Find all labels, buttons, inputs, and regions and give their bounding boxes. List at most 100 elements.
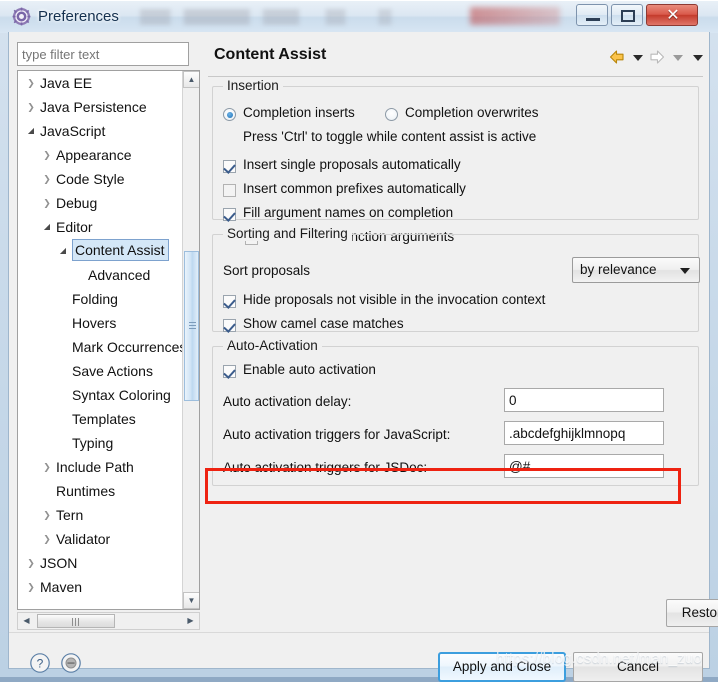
restore-window-icon[interactable] [60,652,82,674]
checkbox-fill-argument-names[interactable]: Fill argument names on completion [223,205,453,221]
checkbox-hide-proposals[interactable]: Hide proposals not visible in the invoca… [223,292,546,308]
question-mark-icon[interactable]: ? [29,652,51,674]
auto-activation-delay-input[interactable] [504,388,664,412]
tree-expand-arrow-icon[interactable]: ❯ [24,95,38,119]
tree-vertical-scrollbar[interactable]: ▲ ▼ [182,71,199,609]
tree-item-templates[interactable]: Templates [18,407,183,431]
close-button[interactable]: ✕ [646,4,698,26]
maximize-icon [621,10,635,22]
checkbox-enable-auto-activation[interactable]: Enable auto activation [223,362,376,378]
preferences-tree[interactable]: ❯ Java EE ❯ Java Persistence ◢ JavaScript ❯ App… [17,70,200,610]
tree-scrollbar-thumb[interactable] [184,251,199,401]
tree-item-content-assist[interactable]: ◢ Content Assist [18,239,183,263]
radio-indicator [385,108,398,121]
checkbox-insert-single-proposals[interactable]: Insert single proposals automatically [223,157,461,173]
tree-expand-arrow-icon[interactable]: ❯ [40,191,54,215]
insertion-hint: Press 'Ctrl' to toggle while content ass… [243,129,537,144]
tree-expand-arrow-icon[interactable]: ❯ [40,527,54,551]
back-arrow-icon[interactable] [608,48,626,66]
sort-proposals-select[interactable]: by relevance [572,257,700,283]
scroll-right-icon[interactable]: ▶ [182,613,199,629]
radio-completion-inserts[interactable]: Completion inserts [223,105,355,121]
tree-item-editor[interactable]: ◢ Editor [18,215,183,239]
footer-separator [9,632,709,633]
tree-item-label: Syntax Coloring [72,387,171,403]
minimize-button[interactable] [576,4,608,26]
insertion-group: Insertion Completion inserts Completion … [212,78,699,245]
tree-expand-arrow-icon[interactable]: ❯ [40,455,54,479]
checkbox-insert-common-prefixes[interactable]: Insert common prefixes automatically [223,181,466,197]
tree-hscrollbar-thumb[interactable] [37,614,115,628]
tree-item-label: Advanced [88,267,151,283]
auto-activation-triggers-jsdoc-input[interactable] [504,454,664,478]
scroll-down-icon[interactable]: ▼ [183,592,199,609]
tree-expand-arrow-open-icon[interactable]: ◢ [40,215,54,239]
tree-item-save-actions[interactable]: Save Actions [18,359,183,383]
tree-item-javascript[interactable]: ◢ JavaScript [18,119,183,143]
sort-proposals-value: by relevance [580,262,657,277]
checkbox-label: Hide proposals not visible in the invoca… [243,292,546,307]
tree-item-label: Include Path [56,459,134,475]
tree-item-appearance[interactable]: ❯ Appearance [18,143,183,167]
tree-item-include-path[interactable]: ❯ Include Path [18,455,183,479]
content-pane: Content Assist Insertion Completion inse… [208,40,718,627]
checkbox-indicator [223,208,236,221]
tree-item-runtimes[interactable]: Runtimes [18,479,183,503]
tree-expand-arrow-open-icon[interactable]: ◢ [24,119,38,143]
tree-item-json[interactable]: ❯ JSON [18,551,183,575]
tree-item-label: JavaScript [40,123,106,139]
chevron-down-icon [693,55,703,61]
radio-label: Completion overwrites [405,105,539,120]
auto-activation-triggers-javascript-input[interactable] [504,421,664,445]
tree-item-debug[interactable]: ❯ Debug [18,191,183,215]
tree-item-maven[interactable]: ❯ Maven [18,575,183,599]
filter-input[interactable] [17,42,189,66]
radio-completion-overwrites[interactable]: Completion overwrites [385,105,539,121]
tree-expand-arrow-icon[interactable]: ❯ [40,503,54,527]
auto-activation-triggers-javascript-label: Auto activation triggers for JavaScript: [223,427,451,442]
tree-item-java-persistence[interactable]: ❯ Java Persistence [18,95,183,119]
tree-item-tern[interactable]: ❯ Tern [18,503,183,527]
tree-item-validator[interactable]: ❯ Validator [18,527,183,551]
scroll-up-icon[interactable]: ▲ [183,71,199,88]
checkbox-indicator [223,365,236,378]
tree-item-code-style[interactable]: ❯ Code Style [18,167,183,191]
preferences-window: Preferences ✕ ❯Java EE❯Java Persistence◢… [0,0,718,682]
tree-item-typing[interactable]: Typing [18,431,183,455]
tree-expand-arrow-open-icon[interactable]: ◢ [56,239,70,263]
checkbox-indicator [223,160,236,173]
tree-item-label: Mark Occurrences [72,339,183,355]
tree-item-syntax-coloring[interactable]: Syntax Coloring [18,383,183,407]
tree-item-hovers[interactable]: Hovers [18,311,183,335]
sort-proposals-label: Sort proposals [223,263,311,278]
page-header: Content Assist [208,40,703,77]
page-menu-button[interactable] [689,48,707,66]
checkbox-indicator [223,295,236,308]
checkbox-indicator [223,184,236,197]
tree-expand-arrow-icon[interactable]: ❯ [24,551,38,575]
checkbox-show-camel-case[interactable]: Show camel case matches [223,316,404,332]
restore-defaults-button[interactable]: Restore Defaults [666,599,718,627]
scroll-left-icon[interactable]: ◀ [18,613,35,629]
tree-expand-arrow-icon[interactable]: ❯ [24,71,38,95]
tree-expand-arrow-icon[interactable]: ❯ [40,167,54,191]
tree-item-label: Tern [56,507,84,523]
watermark-text: https://blog.csdn.net/man_zuo [496,650,702,667]
auto-activation-group: Auto-Activation Enable auto activation A… [212,338,699,486]
tree-item-java-ee[interactable]: ❯ Java EE [18,71,183,95]
tree-item-label: Templates [72,411,136,427]
tree-horizontal-scrollbar[interactable]: ◀ ▶ [17,612,200,630]
tree-item-mark-occurrences[interactable]: Mark Occurrences [18,335,183,359]
tree-expand-arrow-icon[interactable]: ❯ [40,143,54,167]
titlebar-blurred-text [140,9,470,25]
tree-item-advanced[interactable]: Advanced [18,263,183,287]
titlebar-blurred-badge [470,7,560,25]
back-history-dropdown[interactable] [629,48,647,66]
tree-item-label: Debug [56,195,98,211]
maximize-button[interactable] [611,4,643,26]
tree-item-label: Runtimes [56,483,116,499]
tree-item-label: Validator [56,531,111,547]
tree-item-folding[interactable]: Folding [18,287,183,311]
tree-expand-arrow-icon[interactable]: ❯ [24,575,38,599]
tree-item-label: Save Actions [72,363,153,379]
